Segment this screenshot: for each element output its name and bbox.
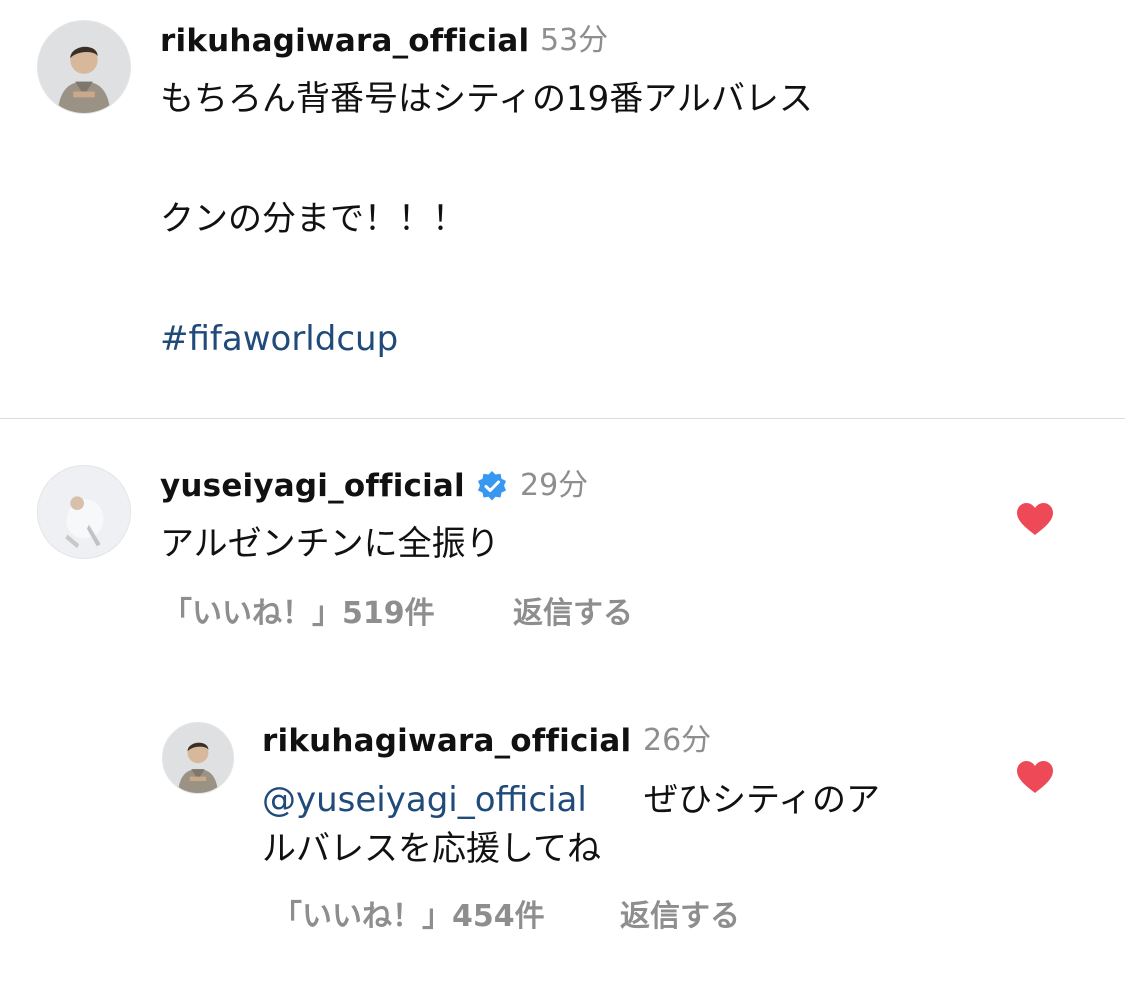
reply-timestamp: 26分 xyxy=(643,723,712,758)
caption-timestamp: 53分 xyxy=(540,23,609,58)
reply-like-count[interactable]: 「いいね！」454件 xyxy=(272,897,545,937)
divider xyxy=(0,418,1125,419)
caption-text-line-1: もちろん背番号はシティの19番アルバレス xyxy=(160,79,813,119)
comment-reply-button[interactable]: 返信する xyxy=(513,594,633,634)
reply-heart-icon[interactable] xyxy=(1016,760,1054,794)
caption-text-line-2: クンの分まで！！！ xyxy=(160,199,466,239)
comment-avatar[interactable] xyxy=(37,465,131,559)
verified-badge-icon xyxy=(478,471,506,501)
comment-text: アルゼンチンに全振り xyxy=(160,524,500,564)
comment-heart-icon[interactable] xyxy=(1016,502,1054,536)
avatar-photo-man xyxy=(38,21,130,113)
reply-reply-button[interactable]: 返信する xyxy=(620,897,740,937)
reply-text-line-1: ぜひシティのア xyxy=(644,780,880,820)
caption-avatar[interactable] xyxy=(37,20,131,114)
caption-hashtag-link[interactable]: #fifaworldcup xyxy=(160,316,398,362)
caption-username[interactable]: rikuhagiwara_official xyxy=(160,21,529,61)
reply-text-line-2: ルバレスを応援してね xyxy=(262,829,601,869)
reply-username[interactable]: rikuhagiwara_official xyxy=(262,721,631,761)
reply-mention-link[interactable]: @yuseiyagi_official xyxy=(262,777,587,823)
reply-avatar[interactable] xyxy=(162,722,234,794)
avatar-photo-man xyxy=(163,723,233,793)
comment-timestamp: 29分 xyxy=(520,468,589,503)
comment-username[interactable]: yuseiyagi_official xyxy=(160,466,465,506)
avatar-photo-figure xyxy=(38,466,130,558)
comment-like-count[interactable]: 「いいね！」519件 xyxy=(162,594,435,634)
